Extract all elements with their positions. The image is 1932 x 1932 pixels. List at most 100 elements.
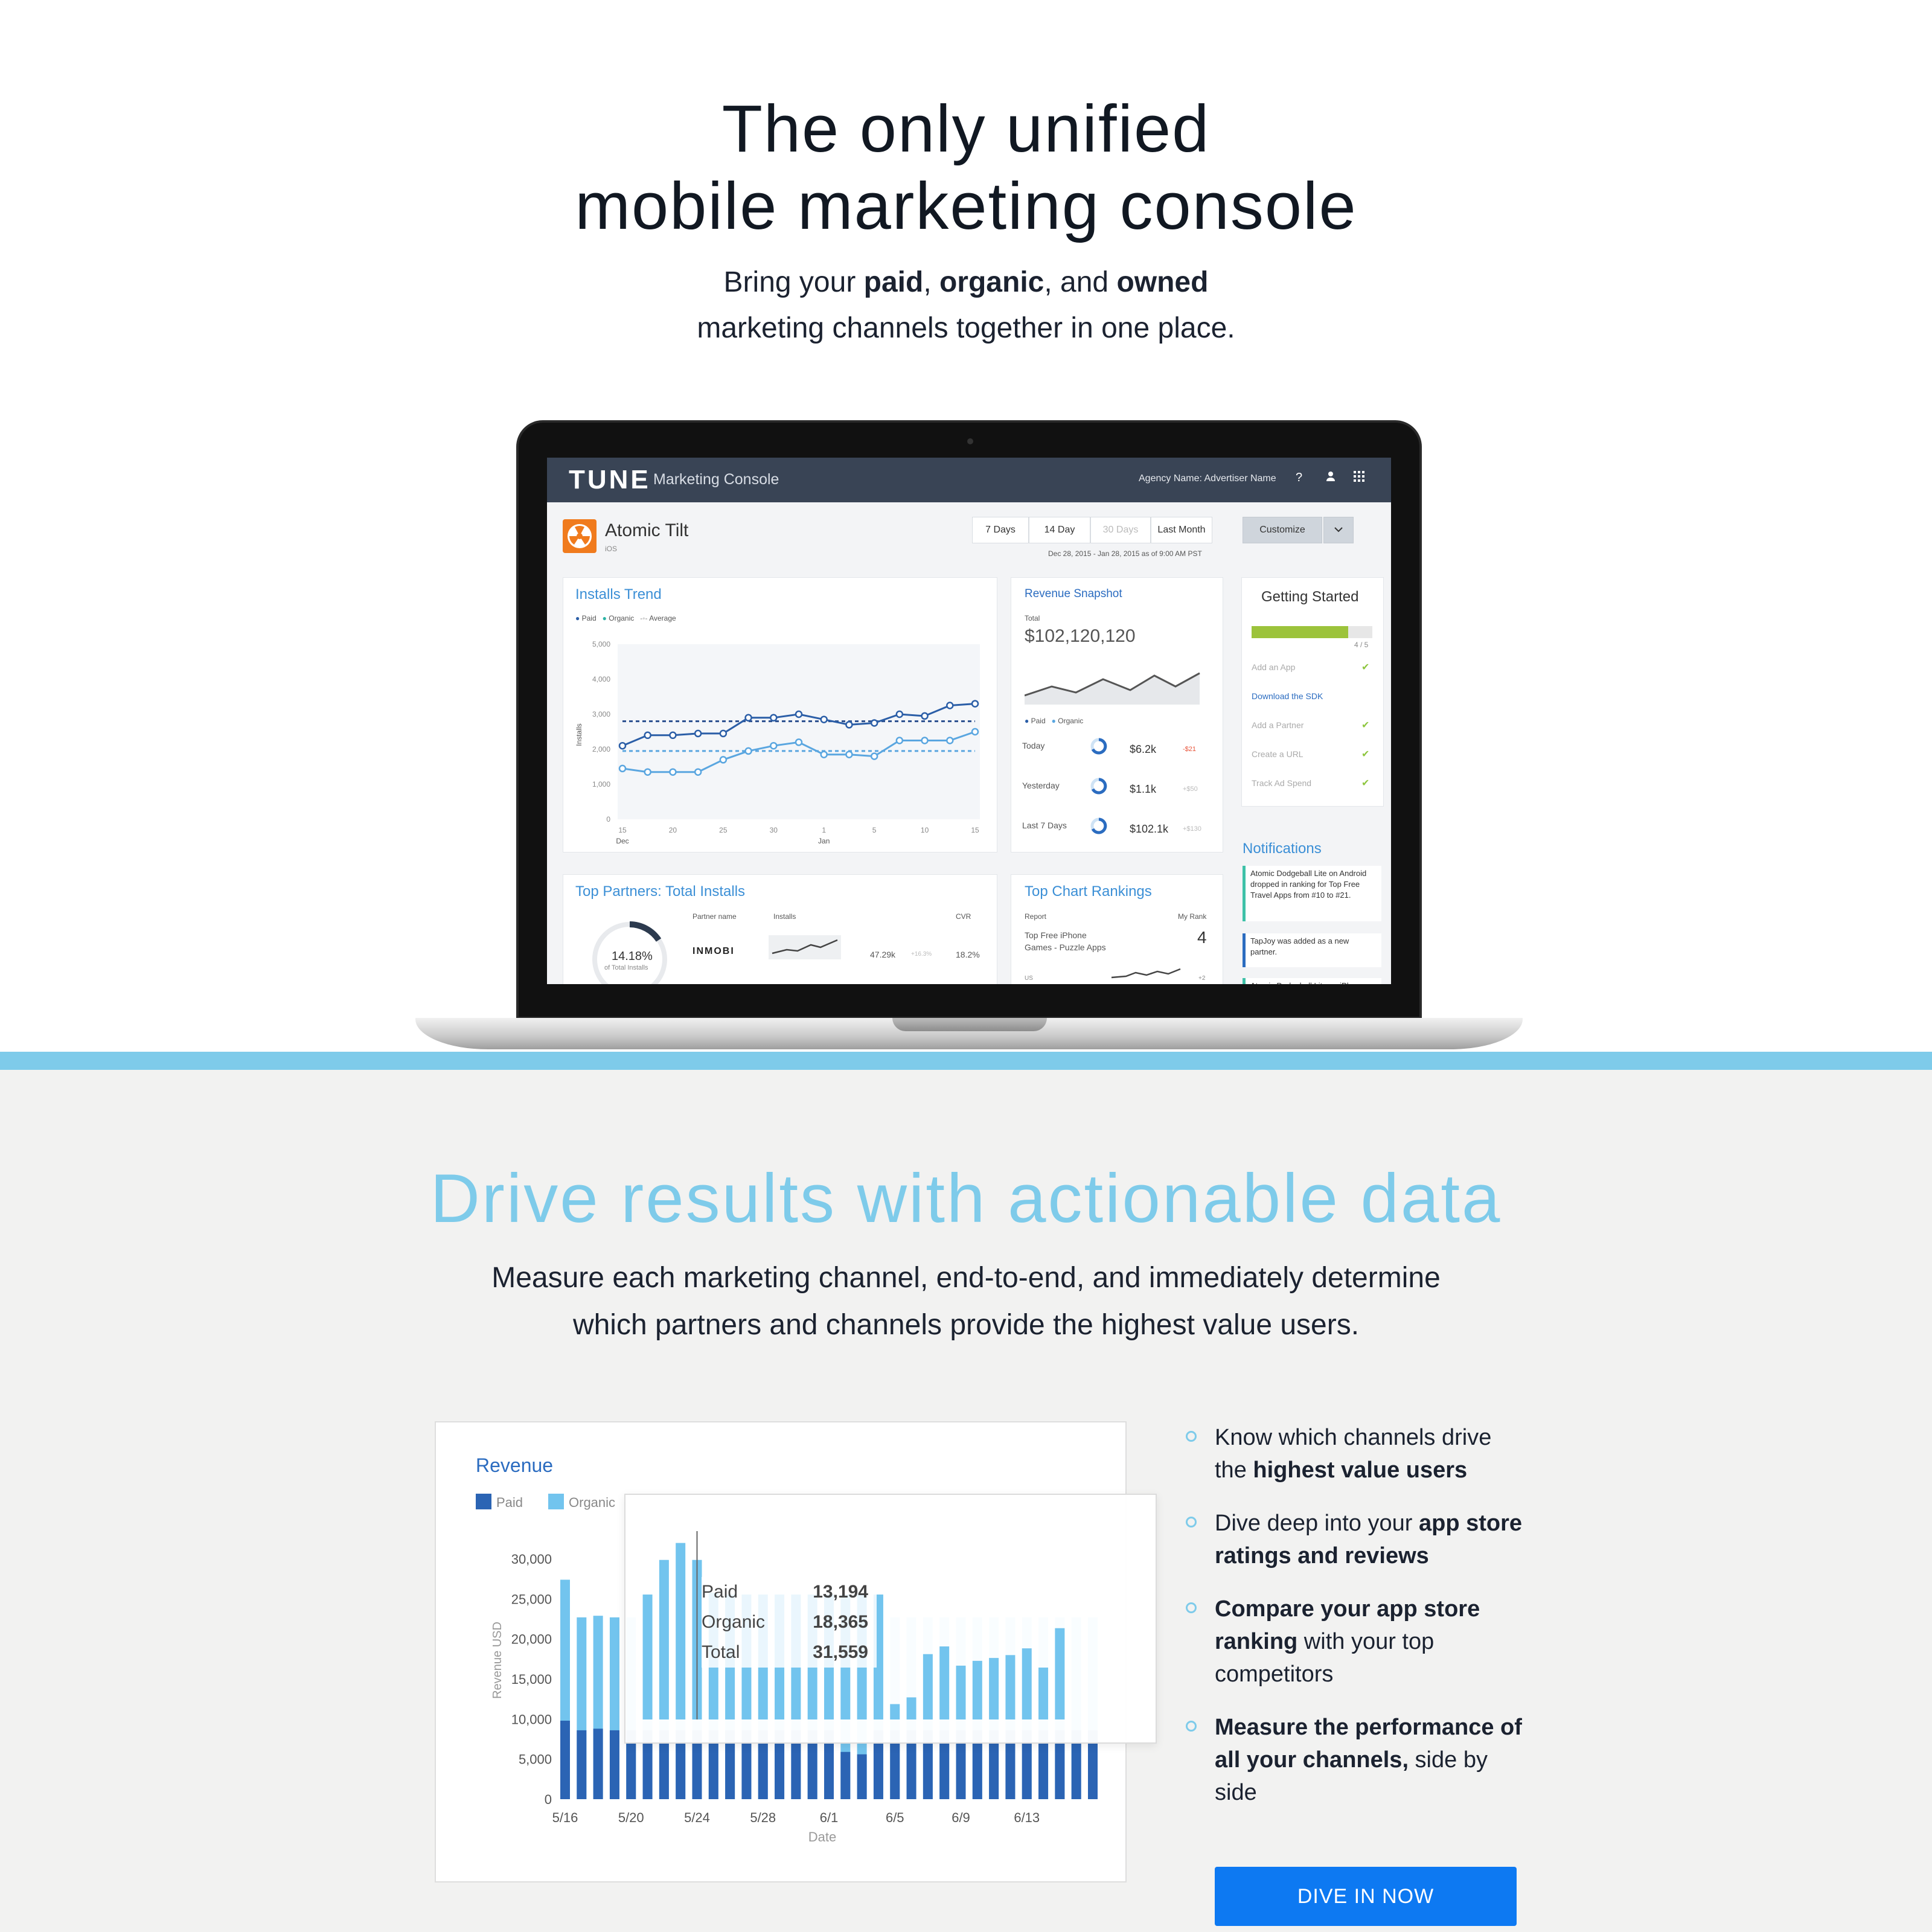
tooltip-total-value: 31,559 bbox=[813, 1642, 868, 1662]
rank-change: +2 bbox=[1198, 975, 1206, 982]
paid-point bbox=[618, 741, 627, 750]
revenue-sparkline bbox=[1025, 672, 1200, 705]
legend-paid: Paid bbox=[1031, 717, 1046, 725]
paid-point bbox=[744, 714, 752, 722]
hero-sub-text: , and bbox=[1044, 266, 1117, 298]
paid-point bbox=[770, 714, 778, 722]
range-14-day[interactable]: 14 Day bbox=[1029, 517, 1090, 543]
revenue-total-label: Total bbox=[1025, 614, 1040, 622]
getting-started-item[interactable]: Track Ad Spend bbox=[1252, 778, 1311, 788]
notification-item[interactable]: Atomic Dodgeball Lite on Android dropped… bbox=[1243, 866, 1381, 921]
tune-logo[interactable]: TUNE bbox=[569, 465, 651, 495]
getting-started-item[interactable]: Add a Partner bbox=[1252, 720, 1303, 730]
customize-button[interactable]: Customize bbox=[1243, 517, 1322, 543]
organic-point bbox=[770, 741, 778, 750]
revenue-row-delta: -$21 bbox=[1183, 746, 1197, 753]
revenue-row-label: Today bbox=[1022, 741, 1045, 750]
top-partners-card: Top Partners: Total Installs 14.18% of T… bbox=[563, 874, 997, 984]
revenue-row-delta: +$130 bbox=[1183, 825, 1201, 833]
console-product-name: Marketing Console bbox=[653, 471, 779, 488]
section-sub-line1: Measure each marketing channel, end-to-e… bbox=[491, 1262, 1441, 1294]
organic-point bbox=[795, 738, 803, 746]
paid-point bbox=[644, 731, 651, 740]
organic-point bbox=[921, 737, 929, 744]
feature-bullets: Know which channels drive the highest va… bbox=[1185, 1421, 1523, 1829]
getting-started-progress-text: 4 / 5 bbox=[1354, 641, 1369, 649]
organic-point bbox=[694, 768, 702, 776]
app-platform: iOS bbox=[605, 545, 618, 553]
y-tick-label: 0 bbox=[606, 815, 610, 824]
dive-in-button[interactable]: DIVE IN NOW bbox=[1215, 1867, 1517, 1926]
bullet-circle-icon bbox=[1186, 1517, 1197, 1527]
partner-inmobi-logo[interactable]: INMOBI bbox=[693, 946, 735, 957]
paid-point bbox=[669, 731, 677, 740]
paid-point bbox=[921, 712, 929, 720]
bullet-bold-text: highest value users bbox=[1253, 1457, 1468, 1483]
check-icon: ✔ bbox=[1361, 778, 1370, 788]
range-last-month[interactable]: Last Month bbox=[1151, 517, 1212, 543]
x-month-label: Dec bbox=[616, 837, 629, 845]
partner-sparkline bbox=[769, 935, 841, 959]
organic-point bbox=[719, 756, 728, 764]
col-installs: Installs bbox=[773, 912, 796, 921]
getting-started-item[interactable]: Download the SDK bbox=[1252, 691, 1323, 701]
col-partner-name: Partner name bbox=[693, 912, 737, 921]
revenue-row-value: $102.1k bbox=[1130, 823, 1169, 835]
revenue-snapshot-card: Revenue Snapshot Total $102,120,120 ● Pa… bbox=[1011, 577, 1223, 852]
feature-bullet: Dive deep into your app store ratings an… bbox=[1185, 1507, 1523, 1572]
user-icon[interactable] bbox=[1326, 471, 1335, 482]
x-tick-label: 20 bbox=[669, 826, 677, 834]
partner-pct: 14.18% bbox=[612, 950, 653, 963]
organic-point bbox=[744, 747, 752, 755]
x-tick-label: 5 bbox=[872, 826, 877, 834]
divider-band bbox=[0, 1052, 1932, 1070]
installs-trend-card: Installs Trend ● Paid ● Organic -◦- Aver… bbox=[563, 577, 997, 852]
tooltip-paid-value: 13,194 bbox=[813, 1582, 868, 1602]
revenue-ring-icon bbox=[1090, 737, 1108, 755]
x-month-label: Jan bbox=[818, 837, 830, 845]
revenue-ring-icon bbox=[1090, 817, 1108, 835]
rank-sparkline bbox=[1111, 968, 1181, 979]
apps-grid-icon[interactable] bbox=[1354, 471, 1364, 485]
notification-item[interactable]: TapJoy was added as a new partner. bbox=[1243, 933, 1381, 967]
revenue-snapshot-title: Revenue Snapshot bbox=[1025, 587, 1122, 600]
customize-dropdown[interactable] bbox=[1323, 517, 1354, 543]
y-tick-label: 5,000 bbox=[592, 640, 610, 648]
agency-selector[interactable]: Agency Name: Advertiser Name bbox=[1139, 473, 1276, 484]
check-icon: ✔ bbox=[1361, 749, 1370, 760]
app-icon bbox=[563, 519, 597, 553]
getting-started-title: Getting Started bbox=[1261, 589, 1359, 605]
laptop-notch bbox=[892, 1018, 1047, 1031]
paid-point bbox=[946, 702, 954, 709]
top-chart-card: Top Chart Rankings Report My Rank Top Fr… bbox=[1011, 874, 1223, 984]
app-name: Atomic Tilt bbox=[605, 520, 689, 540]
notification-item[interactable]: Atomic Dodgeball Lite on iPhone bbox=[1243, 978, 1381, 984]
revenue-tooltip: Paid 13,194 Organic 18,365 Total 31,559 bbox=[702, 1577, 877, 1668]
y-tick-label: 2,000 bbox=[592, 745, 610, 753]
getting-started-item[interactable]: Add an App bbox=[1252, 662, 1295, 672]
getting-started-item[interactable]: Create a URL bbox=[1252, 749, 1303, 759]
date-range-text: Dec 28, 2015 - Jan 28, 2015 as of 9:00 A… bbox=[1048, 549, 1202, 558]
revenue-row-delta: +$50 bbox=[1183, 785, 1198, 793]
help-icon[interactable]: ? bbox=[1296, 471, 1302, 485]
range-7-days[interactable]: 7 Days bbox=[972, 517, 1029, 543]
x-tick-label: 15 bbox=[618, 826, 627, 834]
organic-point bbox=[895, 737, 904, 744]
paid-point bbox=[870, 719, 878, 727]
getting-started-progress bbox=[1252, 626, 1372, 638]
partner-pct-sub: of Total Installs bbox=[604, 964, 648, 971]
section-title: Drive results with actionable data bbox=[430, 1160, 1502, 1237]
check-icon: ✔ bbox=[1361, 720, 1370, 731]
tooltip-paid-label: Paid bbox=[702, 1582, 738, 1602]
x-tick-label: 30 bbox=[770, 826, 778, 834]
y-axis-label: Installs bbox=[575, 723, 583, 746]
bullet-circle-icon bbox=[1186, 1431, 1197, 1442]
col-my-rank: My Rank bbox=[1178, 912, 1207, 921]
bullet-text: Dive deep into your bbox=[1215, 1511, 1419, 1536]
range-30-days[interactable]: 30 Days bbox=[1090, 517, 1151, 543]
hero-subtitle: Bring your paid, organic, and owned mark… bbox=[0, 260, 1932, 351]
section-sub-line2: which partners and channels provide the … bbox=[572, 1309, 1360, 1341]
hero-title: The only unified mobile marketing consol… bbox=[0, 91, 1932, 245]
hero-sub-text: Bring your bbox=[723, 266, 864, 298]
paid-point bbox=[795, 710, 803, 718]
